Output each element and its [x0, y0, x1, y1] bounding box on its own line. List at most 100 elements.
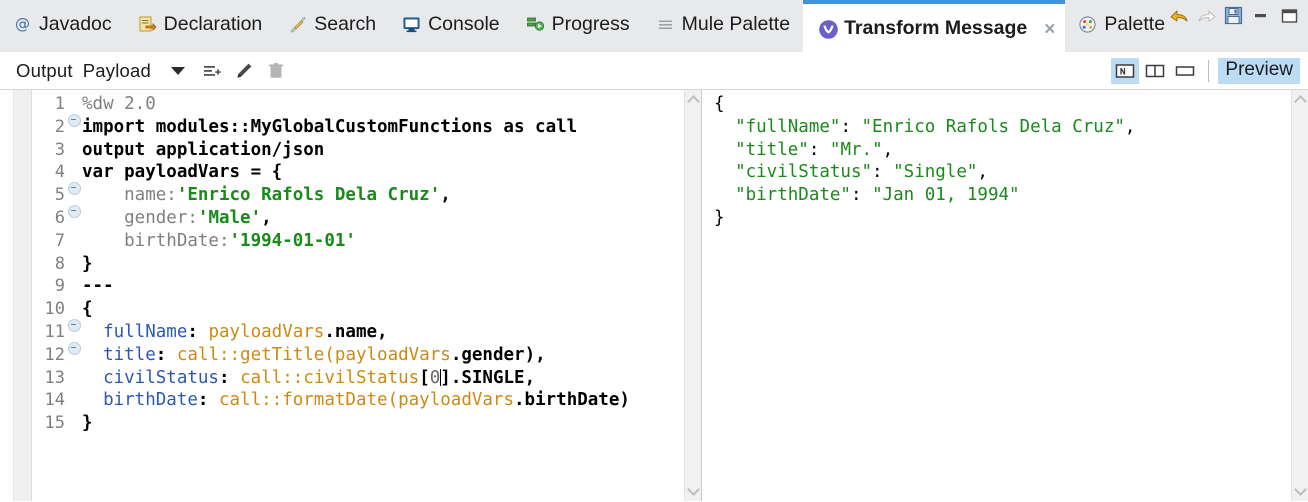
chevron-down-icon[interactable]: [171, 66, 186, 75]
code-token: 0: [429, 367, 441, 388]
layout-two-column-icon[interactable]: [1141, 58, 1169, 84]
tab-search[interactable]: Search: [275, 0, 389, 52]
code-text: name:'Enrico Rafols Dela Cruz',: [82, 185, 684, 205]
json-token: :: [872, 162, 894, 183]
code-line[interactable]: 1 %dw 2.0: [32, 94, 684, 127]
layout-single-icon[interactable]: [1111, 57, 1140, 84]
code-token: .gender),: [450, 344, 546, 365]
json-token: "civilStatus": [735, 162, 873, 183]
code-text: civilStatus: call::civilStatus[0].SINGLE…: [82, 368, 684, 388]
preview-scroll-down-icon[interactable]: [1292, 483, 1308, 499]
svg-text:@: @: [15, 15, 30, 33]
code-line[interactable]: 10 {: [32, 299, 684, 333]
declaration-document-icon: [138, 15, 157, 34]
json-token: ,: [882, 139, 894, 160]
scroll-up-icon[interactable]: [685, 92, 701, 108]
code-text: ---: [82, 276, 684, 296]
json-token: }: [714, 207, 725, 228]
save-disk-icon[interactable]: [1224, 6, 1243, 25]
line-number: 1: [54, 94, 65, 114]
code-token: civilStatus: [103, 367, 219, 388]
code-line[interactable]: 15}: [32, 413, 684, 436]
line-number: 6: [54, 207, 65, 228]
json-line: {: [702, 94, 1291, 117]
code-token: payloadVars: [398, 390, 515, 411]
code-text: title: call::getTitle(payloadVars.gender…: [82, 345, 684, 365]
line-number: 12: [44, 344, 65, 365]
preview-button[interactable]: Preview: [1218, 57, 1300, 84]
tab-label: Declaration: [163, 13, 263, 36]
tab-declaration[interactable]: Declaration: [125, 0, 276, 52]
code-line[interactable]: 5 name:'Enrico Rafols Dela Cruz',: [32, 185, 684, 219]
json-token: {: [714, 94, 725, 114]
tab-progress[interactable]: Progress: [513, 0, 643, 52]
toolbar-left-group: Output Payload: [16, 60, 1111, 82]
menu-lines-icon: [656, 15, 675, 34]
code-text: }: [82, 254, 684, 274]
json-preview-area[interactable]: { "fullName": "Enrico Rafols Dela Cruz",…: [702, 90, 1291, 501]
tab-javadoc[interactable]: @ Javadoc: [0, 0, 125, 52]
tab-label: Palette: [1104, 13, 1166, 36]
line-number: 14: [44, 390, 65, 411]
code-line[interactable]: 4 var payloadVars = {: [32, 162, 684, 196]
code-token: var payloadVars = {: [82, 162, 283, 183]
code-line[interactable]: 13 civilStatus: call::civilStatus[0].SIN…: [32, 368, 684, 391]
tab-mule-palette[interactable]: Mule Palette: [643, 0, 803, 52]
scroll-down-icon[interactable]: [685, 483, 701, 499]
tab-close-icon[interactable]: ×: [1044, 20, 1055, 39]
code-token: ---: [82, 276, 114, 297]
json-token: "birthDate": [735, 185, 851, 206]
code-text: %dw 2.0: [82, 94, 684, 114]
code-text: birthDate:'1994-01-01': [82, 231, 684, 251]
payload-label: Payload: [82, 59, 152, 81]
code-line[interactable]: 14 birthDate: call::formatDate(payloadVa…: [32, 390, 684, 413]
code-text: {: [82, 299, 684, 319]
tab-label: Progress: [551, 13, 630, 36]
dataweave-code-area[interactable]: 1 %dw 2.02 import modules::MyGlobalCustomF…: [32, 90, 684, 501]
code-line[interactable]: 6 gender:'Male',: [32, 208, 684, 231]
maximize-icon[interactable]: [1280, 6, 1299, 25]
code-token: 'Enrico Rafols Dela Cruz': [176, 185, 441, 206]
add-list-icon[interactable]: [201, 60, 223, 82]
code-text: }: [82, 413, 684, 433]
code-line[interactable]: 3 output application/json: [32, 140, 684, 163]
editor-vertical-scrollbar[interactable]: [684, 90, 701, 501]
preview-scroll-up-icon[interactable]: [1292, 92, 1308, 108]
toolbar-divider: [1208, 59, 1210, 82]
code-line[interactable]: 8}: [32, 254, 684, 277]
code-text: gender:'Male',: [82, 208, 684, 228]
pencil-icon[interactable]: [233, 60, 255, 82]
trash-icon[interactable]: [265, 60, 287, 82]
preview-vertical-scrollbar[interactable]: [1291, 90, 1308, 501]
code-line[interactable]: 12 title: call::getTitle(payloadVars.gen…: [32, 345, 684, 368]
code-token: .birthDate): [514, 390, 630, 411]
search-icon: [288, 15, 307, 34]
transform-toolbar: Output Payload Preview: [0, 52, 1308, 90]
code-line[interactable]: 9 ---: [32, 276, 684, 299]
undo-arrow-icon[interactable]: [1168, 6, 1188, 25]
code-text: output application/json: [82, 140, 684, 160]
code-token: fullName: [103, 321, 188, 342]
minimize-icon[interactable]: [1252, 6, 1271, 25]
code-token: ,: [261, 207, 272, 228]
code-line[interactable]: 7 birthDate:'1994-01-01': [32, 231, 684, 254]
code-text: birthDate: call::formatDate(payloadVars.…: [82, 390, 684, 410]
code-token: [: [419, 367, 430, 388]
code-token: name:: [82, 185, 177, 206]
line-number: 9: [54, 276, 65, 297]
line-number: 3: [54, 139, 65, 160]
code-line[interactable]: 11 fullName: payloadVars.name,: [32, 322, 684, 355]
code-text: fullName: payloadVars.name,: [82, 322, 684, 342]
code-token: {: [82, 299, 93, 320]
tab-console[interactable]: Console: [389, 0, 513, 52]
json-token: :: [850, 185, 873, 206]
tab-transform-message[interactable]: Transform Message ×: [803, 0, 1066, 52]
code-token: payloadVars: [334, 344, 451, 365]
preview-output-pane: { "fullName": "Enrico Rafols Dela Cruz",…: [702, 90, 1308, 501]
code-token: call::getTitle: [176, 344, 325, 365]
layout-wide-icon[interactable]: [1171, 58, 1199, 84]
code-line[interactable]: 2 import modules::MyGlobalCustomFunctions…: [32, 117, 684, 140]
